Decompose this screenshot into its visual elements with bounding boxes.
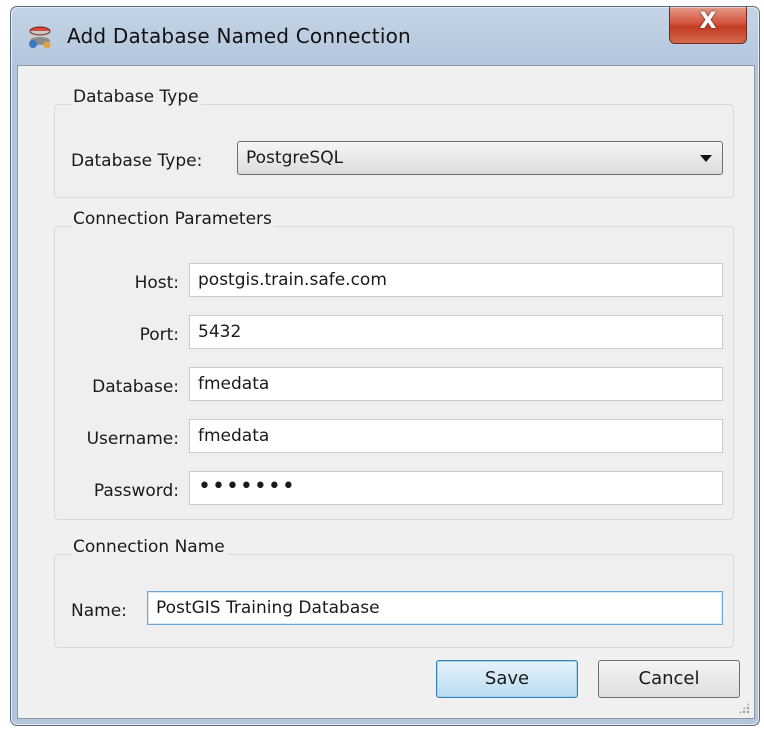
connection-name-field[interactable]: PostGIS Training Database xyxy=(147,591,723,625)
port-label: Port: xyxy=(139,325,179,345)
username-field[interactable]: fmedata xyxy=(189,419,723,453)
database-type-label: Database Type: xyxy=(71,151,203,171)
connection-name-group-title: Connection Name xyxy=(71,537,227,557)
connection-parameters-group-title: Connection Parameters xyxy=(71,209,274,229)
database-connection-icon xyxy=(29,26,51,49)
password-label: Password: xyxy=(93,481,179,501)
name-label: Name: xyxy=(71,601,127,621)
window-title: Add Database Named Connection xyxy=(67,24,411,48)
database-type-group: Database Type Database Type: PostgreSQL xyxy=(54,87,734,198)
connection-parameters-group: Connection Parameters Host: postgis.trai… xyxy=(54,209,734,520)
close-icon: X xyxy=(699,9,717,34)
dialog-window: Add Database Named Connection X Database… xyxy=(10,6,760,726)
host-field[interactable]: postgis.train.safe.com xyxy=(189,263,723,297)
connection-name-group: Connection Name Name: PostGIS Training D… xyxy=(54,537,734,648)
host-label: Host: xyxy=(134,273,179,293)
title-bar[interactable]: Add Database Named Connection X xyxy=(11,7,759,65)
database-type-group-title: Database Type xyxy=(71,87,201,107)
database-type-select[interactable]: PostgreSQL xyxy=(237,141,723,175)
password-field[interactable]: ••••••• xyxy=(189,471,723,505)
database-field[interactable]: fmedata xyxy=(189,367,723,401)
chevron-down-icon xyxy=(700,155,712,162)
dialog-body: Database Type Database Type: PostgreSQL … xyxy=(17,65,755,719)
cancel-button[interactable]: Cancel xyxy=(598,660,740,698)
port-field[interactable]: 5432 xyxy=(189,315,723,349)
save-button[interactable]: Save xyxy=(436,660,578,698)
username-label: Username: xyxy=(86,429,179,449)
resize-grip-icon[interactable] xyxy=(738,702,750,714)
database-label: Database: xyxy=(92,377,179,397)
database-type-selected: PostgreSQL xyxy=(246,148,344,168)
close-button[interactable]: X xyxy=(669,7,747,44)
